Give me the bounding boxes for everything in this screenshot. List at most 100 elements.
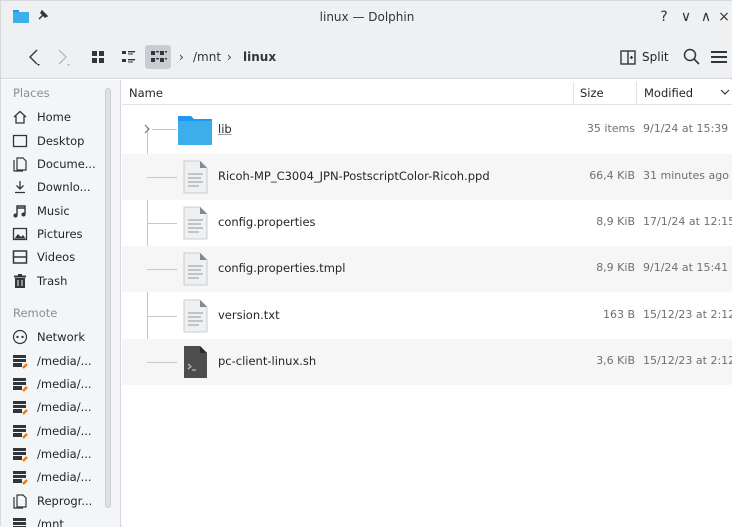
sidebar-item-pictures[interactable]: Pictures [12,224,112,244]
trash-icon [14,274,26,288]
details-view-icon[interactable] [115,45,141,69]
documents-icon [13,157,27,172]
file-size: 8,9 KiB [596,261,635,274]
music-icon [13,205,26,218]
split-view-icon [620,50,636,65]
sidebar-item-label: Trash [37,274,68,288]
forward-button[interactable] [51,46,73,68]
sidebar-item-label: Music [37,204,70,218]
sidebar-item-downloads[interactable]: Downlo... [12,177,112,197]
tree-branch [152,129,177,130]
sidebar-item-label: Reprogr... [37,494,93,508]
sidebar-item-label: /media/... [37,447,92,461]
sidebar-item-media-2[interactable]: /media/... [12,374,112,394]
column-name[interactable]: Name [129,86,163,100]
sidebar-item-media-6[interactable]: /media/... [12,467,112,487]
script-file-icon [184,346,207,378]
tree-branch [147,316,177,317]
file-name: config.properties [218,215,316,229]
sidebar-item-documents[interactable]: Docume... [12,154,112,174]
sidebar-item-label: /media/... [37,354,92,368]
document-icon [13,494,27,509]
sidebar-item-label: Home [37,110,71,124]
videos-icon [12,250,28,264]
file-size: 35 items [586,122,635,135]
text-file-icon [183,206,208,240]
file-row-config-properties[interactable]: config.properties 8,9 KiB 17/1/24 at 12:… [122,200,732,246]
home-icon [13,110,27,124]
help-button[interactable]: ? [655,8,673,26]
sidebar-item-media-1[interactable]: /media/... [12,351,112,371]
column-divider[interactable] [573,82,574,104]
sidebar-item-mnt[interactable]: /mnt [12,514,112,527]
file-name: Ricoh-MP_C3004_JPN-PostscriptColor-Ricoh… [218,169,490,183]
column-size[interactable]: Size [580,86,604,100]
file-view: Name Size Modified lib 35 items 9/1/24 a… [122,80,732,527]
sidebar-item-media-3[interactable]: /media/... [12,397,112,417]
tree-branch [147,362,177,363]
places-section-title: Places [13,86,50,100]
breadcrumb-mnt[interactable]: /mnt [193,50,221,64]
column-divider[interactable] [636,82,637,104]
back-button[interactable] [23,46,45,68]
split-button[interactable]: Split [620,48,676,68]
file-row-config-properties-tmpl[interactable]: config.properties.tmpl 8,9 KiB 9/1/24 at… [122,246,732,292]
sidebar-item-label: /media/... [37,470,92,484]
close-button[interactable]: × [715,8,732,26]
sidebar-item-network[interactable]: Network [12,327,112,347]
downloads-icon [15,181,25,194]
compact-view-icon[interactable] [145,45,171,69]
network-icon [12,329,28,345]
sidebar-item-media-5[interactable]: /media/... [12,444,112,464]
sidebar-item-label: Pictures [37,227,83,241]
chevron-right-icon[interactable] [142,123,152,135]
folder-icon [178,116,212,145]
tree-branch [147,177,177,178]
sidebar-item-trash[interactable]: Trash [12,271,112,291]
dolphin-window: linux — Dolphin ? ∨ ∧ × › /mnt › linux S… [0,0,732,527]
sidebar-item-videos[interactable]: Videos [12,247,112,267]
sidebar-item-label: Desktop [37,134,85,148]
toolbar: › /mnt › linux Split [1,35,732,79]
sidebar-item-label: /media/... [37,400,92,414]
drive-icon [13,378,28,392]
chevron-down-icon[interactable] [720,89,730,96]
file-modified: 15/12/23 at 2:12 [643,354,732,367]
sidebar-item-label: Videos [37,250,76,264]
drive-icon [13,355,28,369]
file-row-ppd[interactable]: Ricoh-MP_C3004_JPN-PostscriptColor-Ricoh… [122,154,732,200]
file-modified: 31 minutes ago [643,169,729,182]
file-name: version.txt [218,308,280,322]
sidebar-item-label: Network [37,330,86,344]
sidebar-item-reprogr[interactable]: Reprogr... [12,491,112,511]
places-panel: Places Home Desktop Docume... Downlo... … [1,80,121,527]
pictures-icon [12,227,28,241]
file-name: pc-client-linux.sh [218,354,317,368]
file-row-pc-client-sh[interactable]: pc-client-linux.sh 3,6 KiB 15/12/23 at 2… [122,339,732,385]
breadcrumb-linux[interactable]: linux [243,50,276,64]
sidebar-item-label: /media/... [37,424,92,438]
file-size: 163 B [602,308,635,321]
file-row-version-txt[interactable]: version.txt 163 B 15/12/23 at 2:12 [122,293,732,339]
breadcrumb-separator: › [179,50,184,64]
drive-icon [13,425,28,439]
file-modified: 9/1/24 at 15:41 [643,261,729,274]
file-row-lib[interactable]: lib 35 items 9/1/24 at 15:39 [122,107,732,153]
sidebar-item-music[interactable]: Music [12,201,112,221]
drive-icon [13,518,26,527]
sidebar-item-desktop[interactable]: Desktop [12,131,112,151]
drive-icon [13,448,28,462]
column-modified[interactable]: Modified [644,86,693,100]
maximize-button[interactable]: ∧ [697,8,715,26]
sidebar-item-media-4[interactable]: /media/... [12,421,112,441]
tree-branch [147,269,177,270]
file-modified: 17/1/24 at 12:15 [643,215,732,228]
column-header: Name Size Modified [122,80,732,105]
minimize-button[interactable]: ∨ [677,8,695,26]
sidebar-item-home[interactable]: Home [12,107,112,127]
sidebar-item-label: Downlo... [37,180,91,194]
hamburger-menu-icon[interactable] [710,49,728,65]
sidebar-scrollbar[interactable] [105,88,111,508]
icons-view-icon[interactable] [85,45,111,69]
search-icon[interactable] [682,47,702,67]
